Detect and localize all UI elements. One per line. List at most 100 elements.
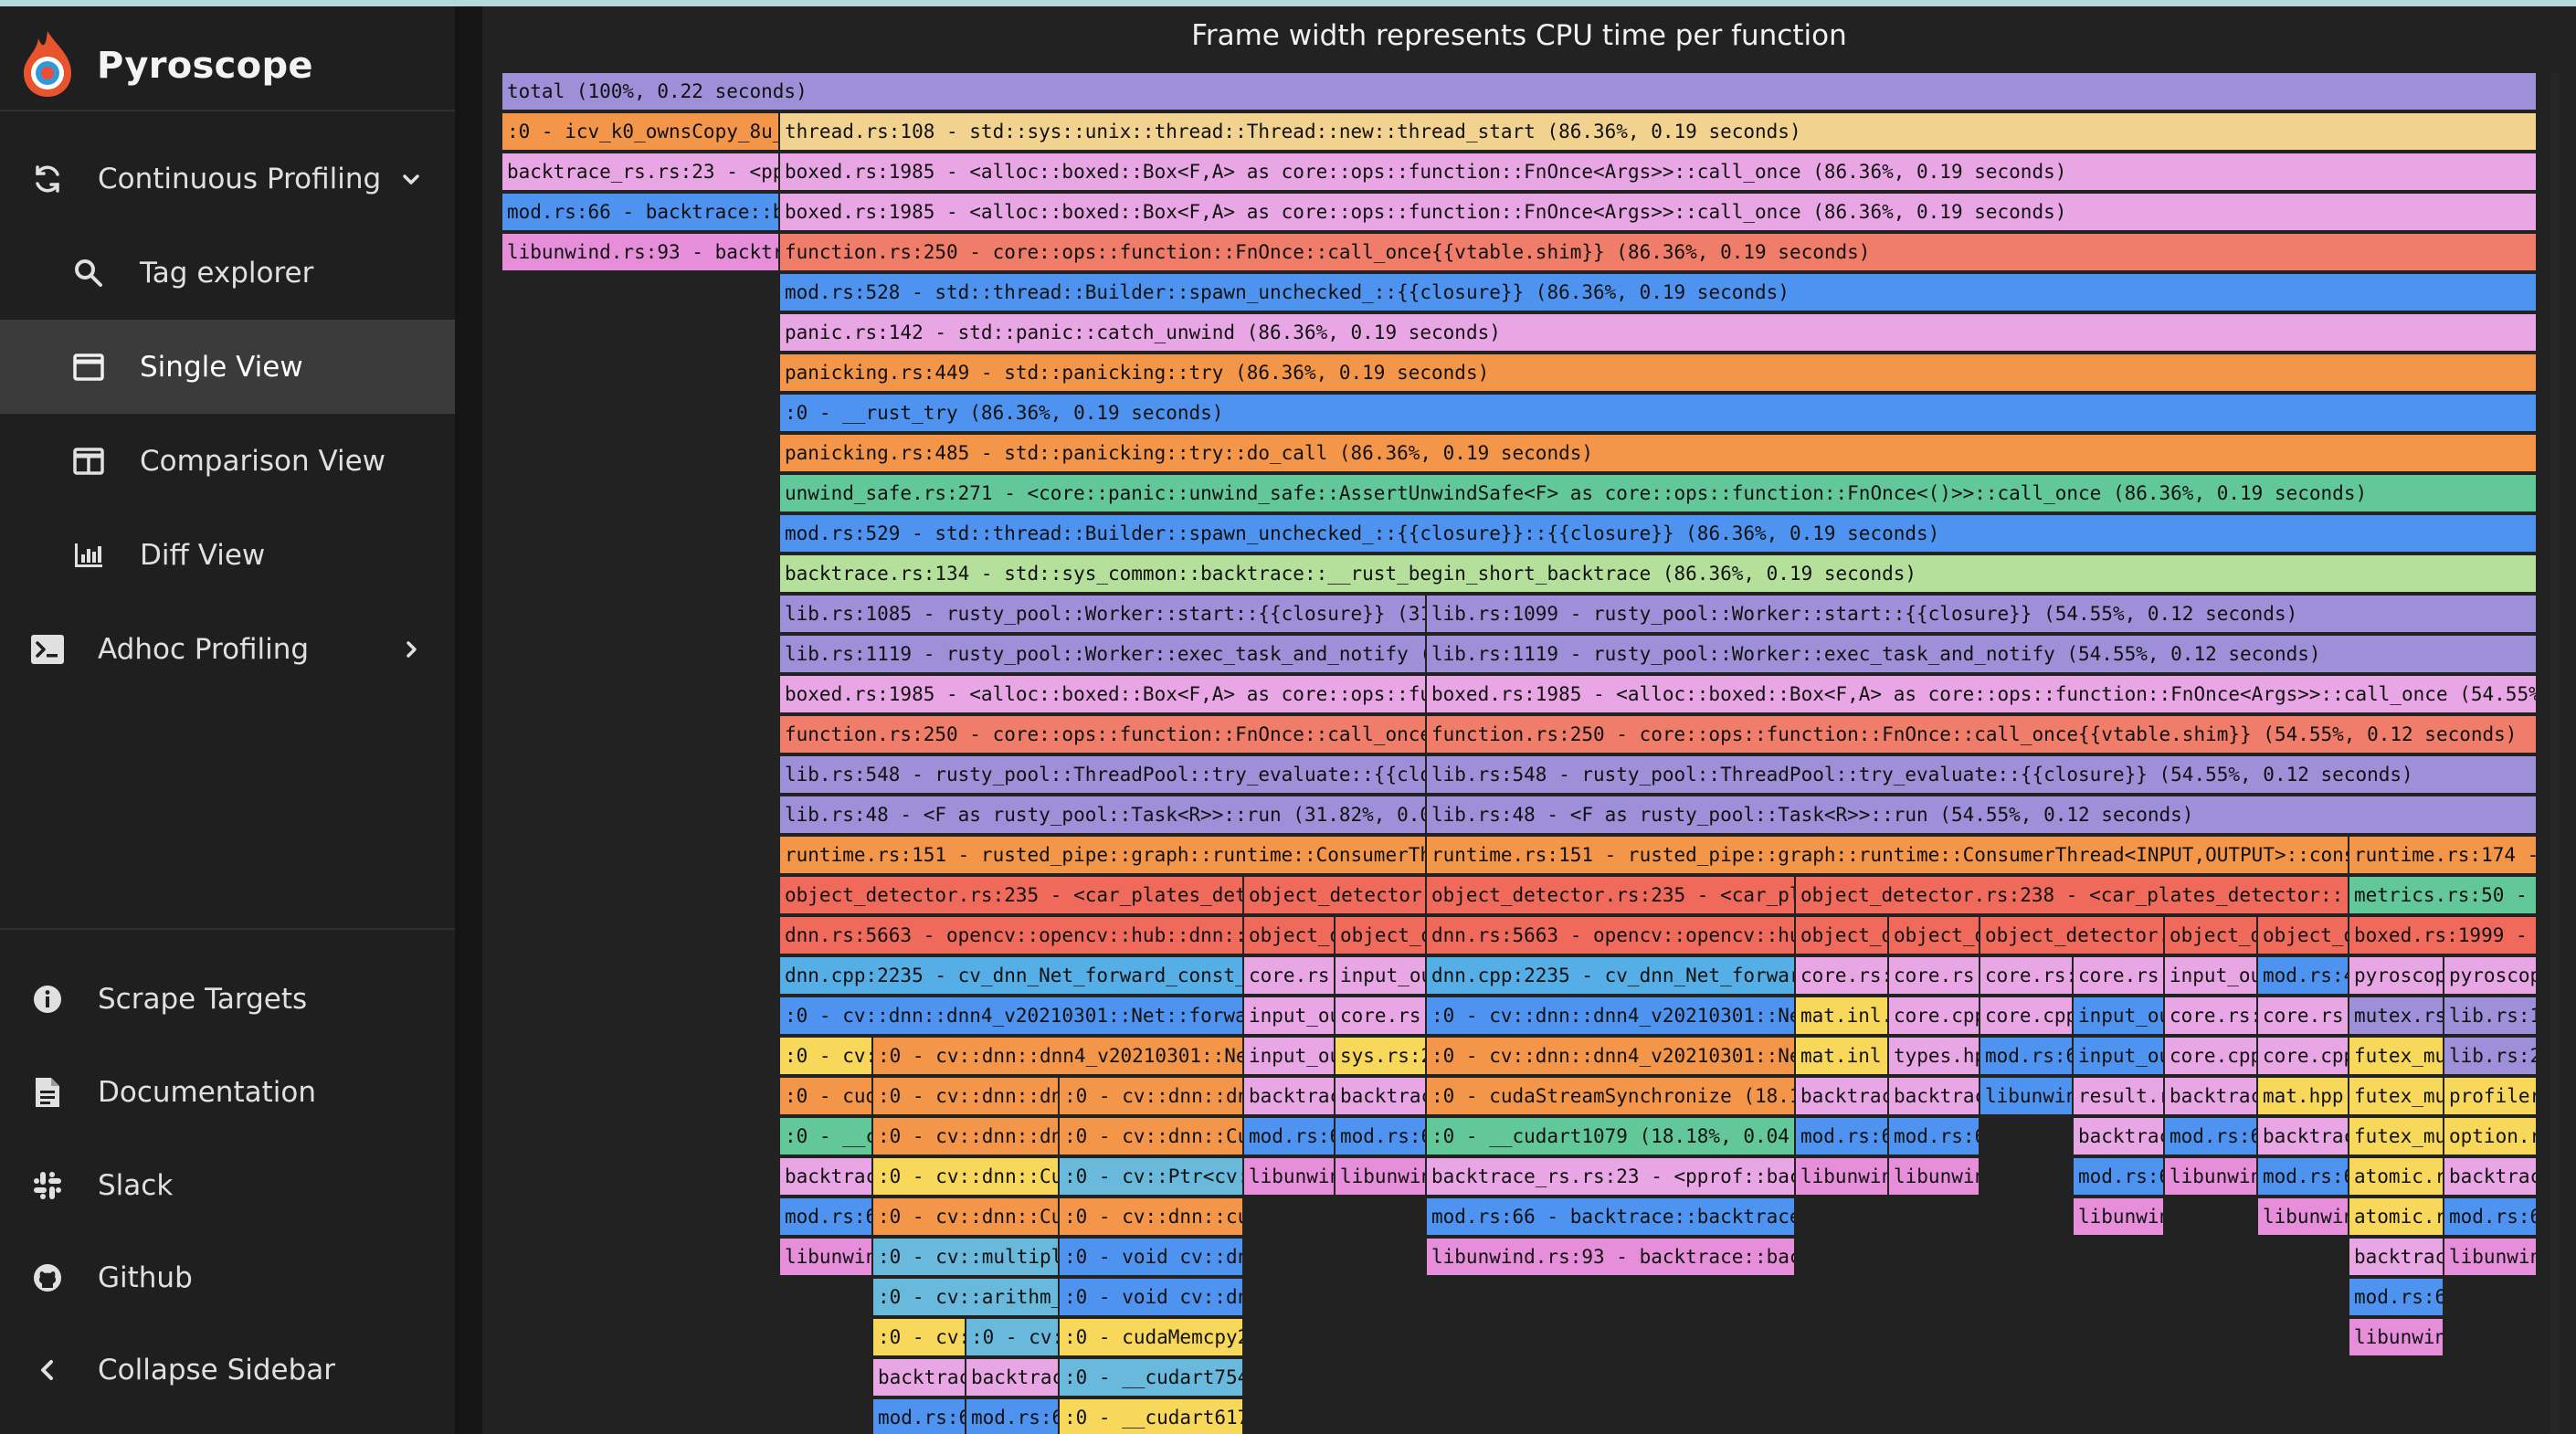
- flame-frame[interactable]: mod.rs:6: [2165, 1118, 2258, 1156]
- flame-frame[interactable]: backtrace.rs:134 - std::sys_common::back…: [780, 555, 2538, 594]
- flame-frame[interactable]: :0 - __cudart617: [1060, 1399, 1244, 1434]
- flame-frame[interactable]: :0 - cv::: [966, 1319, 1060, 1357]
- flame-frame[interactable]: object_det: [1796, 917, 1889, 955]
- flame-frame[interactable]: core.rs:1: [1980, 957, 2074, 996]
- flame-frame[interactable]: core.cpp: [1889, 997, 1980, 1036]
- flame-frame[interactable]: input_output: [1336, 957, 1427, 996]
- flame-frame[interactable]: libunwind: [2165, 1158, 2258, 1197]
- flame-frame[interactable]: lib.rs:48 - <F as rusty_pool::Task<R>>::…: [780, 796, 1427, 835]
- flame-frame[interactable]: :0 - cv::cuda: [873, 1319, 966, 1357]
- flame-frame[interactable]: input_out: [2074, 997, 2165, 1036]
- flame-frame[interactable]: function.rs:250 - core::ops::function::F…: [1427, 716, 2538, 754]
- flame-frame[interactable]: panicking.rs:449 - std::panicking::try (…: [780, 354, 2538, 393]
- flame-frame[interactable]: runtime.rs:151 - rusted_pipe::graph::run…: [1427, 837, 2349, 875]
- nav-documentation[interactable]: Documentation: [0, 1045, 455, 1139]
- flame-frame[interactable]: result.rs: [2074, 1078, 2165, 1116]
- flame-frame[interactable]: mat.inl.hpp: [1796, 997, 1889, 1036]
- flame-frame[interactable]: lib.rs:48 - <F as rusty_pool::Task<R>>::…: [1427, 796, 2538, 835]
- flame-frame[interactable]: lib.rs:1119 - rusty_pool::Worker::exec_t…: [780, 636, 1427, 674]
- flame-frame[interactable]: object_detector.rs:235 - <car_plates_det…: [780, 877, 1244, 915]
- flame-frame[interactable]: backtrace: [1889, 1078, 1980, 1116]
- flame-frame[interactable]: lib.rs:2: [2444, 1038, 2538, 1076]
- flame-frame[interactable]: libunwind.rs:93 - backtrace::backtrace: [1427, 1239, 1796, 1277]
- flame-frame[interactable]: core.rs:1: [2165, 997, 2258, 1036]
- flame-frame[interactable]: :0 - cv::dnn::dnn4: [873, 1078, 1060, 1116]
- flame-frame[interactable]: mutex.rs:1: [2349, 997, 2444, 1036]
- nav-tag-explorer[interactable]: Tag explorer: [0, 226, 455, 320]
- flame-frame[interactable]: :0 - cv::arithm_op: [873, 1279, 1060, 1317]
- flame-frame[interactable]: :0 - __cudart1079 (18.18%, 0.04 seconds): [1427, 1118, 1796, 1156]
- flame-frame[interactable]: :0 - icv_k0_ownsCopy_8u_: [502, 113, 780, 152]
- flame-frame[interactable]: core.rs:1: [1244, 957, 1336, 996]
- flame-frame[interactable]: libunwind: [2258, 1198, 2349, 1237]
- flame-frame[interactable]: :0 - __rust_try (86.36%, 0.19 seconds): [780, 395, 2538, 433]
- flame-frame[interactable]: lib.rs:548 - rusty_pool::ThreadPool::try…: [780, 756, 1427, 795]
- flame-frame[interactable]: mod.rs:6: [873, 1399, 966, 1434]
- flame-frame[interactable]: input_out: [1244, 1038, 1336, 1076]
- nav-slack[interactable]: Slack: [0, 1138, 455, 1232]
- flame-frame[interactable]: pyroscope: [2349, 957, 2444, 996]
- flame-frame[interactable]: sys.rs:2: [1336, 1038, 1427, 1076]
- flame-frame[interactable]: mod.rs:6: [1796, 1118, 1889, 1156]
- flame-frame[interactable]: boxed.rs:1985 - <alloc::boxed::Box<F,A> …: [780, 676, 1427, 714]
- flame-frame[interactable]: futex_mut: [2349, 1118, 2444, 1156]
- flame-frame[interactable]: runtime.rs:174 - rusted_pipe: [2349, 837, 2538, 875]
- nav-continuous-profiling[interactable]: Continuous Profiling: [0, 132, 455, 226]
- flame-frame[interactable]: backtrace: [2165, 1078, 2258, 1116]
- flame-frame[interactable]: mod.rs:6: [2074, 1158, 2165, 1197]
- flame-frame[interactable]: core.cpp: [2258, 1038, 2349, 1076]
- flame-frame[interactable]: :0 - __cuda: [780, 1118, 873, 1156]
- flame-frame[interactable]: mat.hpp: [2258, 1078, 2349, 1116]
- nav-adhoc-profiling[interactable]: Adhoc Profiling: [0, 602, 455, 696]
- flame-frame[interactable]: backtrace: [1244, 1078, 1336, 1116]
- nav-diff-view[interactable]: Diff View: [0, 508, 455, 602]
- flame-frame[interactable]: mod.rs:6: [1244, 1118, 1336, 1156]
- flame-frame[interactable]: dnn.rs:5663 - opencv::opencv::hub::dnn::…: [780, 917, 1244, 955]
- flame-frame[interactable]: panicking.rs:485 - std::panicking::try::…: [780, 435, 2538, 473]
- flame-frame[interactable]: :0 - cv::multiply: [873, 1239, 1060, 1277]
- flame-frame[interactable]: libunwind: [1796, 1158, 1889, 1197]
- flame-frame[interactable]: dnn.cpp:2235 - cv_dnn_Net_forward_const_…: [780, 957, 1244, 996]
- flame-frame[interactable]: :0 - cudaMemcpy2D: [1060, 1319, 1244, 1357]
- flame-frame[interactable]: input_output: [2165, 957, 2258, 996]
- flame-frame[interactable]: mod.rs:66 - backtrace::backtrace: [1427, 1198, 1796, 1237]
- flame-frame[interactable]: boxed.rs:1985 - <alloc::boxed::Box<F,A> …: [780, 153, 2538, 192]
- flame-frame[interactable]: option.rs: [2444, 1118, 2538, 1156]
- flame-frame[interactable]: core.cpp: [2165, 1038, 2258, 1076]
- flame-frame[interactable]: panic.rs:142 - std::panic::catch_unwind …: [780, 314, 2538, 353]
- flame-frame[interactable]: backtrace_rs.rs:23 - <pprof::backtrace: [1427, 1158, 1796, 1197]
- flame-frame[interactable]: :0 - cv::cuda: [780, 1038, 873, 1076]
- flame-frame[interactable]: :0 - __cudart754: [1060, 1359, 1244, 1397]
- flame-frame[interactable]: total (100%, 0.22 seconds): [502, 73, 2538, 111]
- flame-frame[interactable]: :0 - cv::dnn::dnn4_v20210301::Net: [1427, 997, 1796, 1036]
- flame-frame[interactable]: libunwind: [2444, 1239, 2538, 1277]
- flame-frame[interactable]: types.hpp: [1889, 1038, 1980, 1076]
- flame-frame[interactable]: mat.inl: [1796, 1038, 1889, 1076]
- nav-scrape-targets[interactable]: Scrape Targets: [0, 952, 455, 1046]
- flame-frame[interactable]: atomic.rs: [2349, 1158, 2444, 1197]
- flame-frame[interactable]: backtrace: [2444, 1158, 2538, 1197]
- flame-frame[interactable]: core.rs:1: [2074, 957, 2165, 996]
- flame-frame[interactable]: backtrace: [780, 1158, 873, 1197]
- flame-frame[interactable]: backtrace: [1336, 1078, 1427, 1116]
- flame-frame[interactable]: profiler: [2444, 1078, 2538, 1116]
- flame-frame[interactable]: function.rs:250 - core::ops::function::F…: [780, 234, 2538, 272]
- flame-frame[interactable]: thread.rs:108 - std::sys::unix::thread::…: [780, 113, 2538, 152]
- flamegraph[interactable]: total (100%, 0.22 seconds):0 - icv_k0_ow…: [502, 73, 2538, 1434]
- flame-frame[interactable]: mod.rs:6: [966, 1399, 1060, 1434]
- flame-frame[interactable]: lib.rs:1085 - rusty_pool::Worker::start:…: [780, 596, 1427, 634]
- flame-frame[interactable]: atomic.rs: [2349, 1198, 2444, 1237]
- flame-frame[interactable]: libunwind: [780, 1239, 873, 1277]
- flame-frame[interactable]: lib.rs:1: [2444, 997, 2538, 1036]
- flame-frame[interactable]: object_detector.rs: [1244, 877, 1427, 915]
- flame-frame[interactable]: dnn.rs:5663 - opencv::opencv::hub::dnn: [1427, 917, 1796, 955]
- flame-frame[interactable]: :0 - cv::dnn::dnn4: [1060, 1078, 1244, 1116]
- flame-frame[interactable]: libunwind: [1336, 1158, 1427, 1197]
- flame-frame[interactable]: unwind_safe.rs:271 - <core::panic::unwin…: [780, 475, 2538, 513]
- flame-frame[interactable]: input_out: [2074, 1038, 2165, 1076]
- flame-frame[interactable]: lib.rs:1119 - rusty_pool::Worker::exec_t…: [1427, 636, 2538, 674]
- flame-frame[interactable]: object_detector.rs:235 - <car_plates: [1427, 877, 1796, 915]
- flame-frame[interactable]: futex_mut: [2349, 1078, 2444, 1116]
- flame-frame[interactable]: :0 - void cv::dnn: [1060, 1279, 1244, 1317]
- flame-frame[interactable]: core.rs:1: [1336, 997, 1427, 1036]
